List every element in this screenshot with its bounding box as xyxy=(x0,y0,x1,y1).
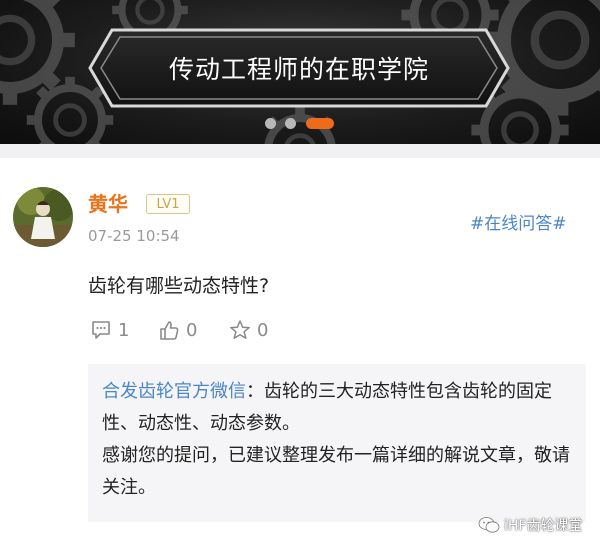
thumbs-up-icon xyxy=(160,321,179,340)
comment-button[interactable]: 1 xyxy=(90,318,129,342)
reply-author-link[interactable]: 合发齿轮官方微信 xyxy=(102,381,246,402)
star-icon xyxy=(230,320,250,340)
carousel-indicator xyxy=(0,118,600,130)
comment-icon xyxy=(92,321,110,339)
official-reply: 合发齿轮官方微信：齿轮的三大动态特性包含齿轮的固定性、动态性、动态参数。 感谢您的… xyxy=(88,364,586,522)
username[interactable]: 黄华 xyxy=(88,188,128,217)
question-text: 齿轮有哪些动态特性? xyxy=(88,275,270,297)
avatar-image xyxy=(13,187,73,247)
carousel-dot-3-active[interactable] xyxy=(306,118,334,129)
post-timestamp: 07-25 10:54 xyxy=(88,227,180,245)
banner-title: 传动工程师的在职学院 xyxy=(168,55,429,84)
favorite-count: 0 xyxy=(257,319,269,341)
comment-count: 1 xyxy=(118,319,130,341)
reply-line-2: 感谢您的提问，已建议整理发布一篇详细的解说文章，敬请关注。 xyxy=(102,445,570,498)
level-badge: LV1 xyxy=(146,194,190,214)
banner-carousel[interactable]: 传动工程师的在职学院 xyxy=(0,0,600,144)
section-divider xyxy=(0,144,600,158)
like-count: 0 xyxy=(186,319,198,341)
carousel-dot-2[interactable] xyxy=(285,118,296,129)
favorite-button[interactable]: 0 xyxy=(229,318,268,342)
user-avatar[interactable] xyxy=(13,187,73,247)
reply-separator: ： xyxy=(246,381,264,402)
wechat-icon xyxy=(478,517,500,533)
like-button[interactable]: 0 xyxy=(158,318,197,342)
topic-tag-link[interactable]: #在线问答# xyxy=(470,209,567,234)
carousel-dot-1[interactable] xyxy=(265,118,276,129)
watermark: iHF齿轮课堂 xyxy=(478,514,582,536)
reply-text: 合发齿轮官方微信：齿轮的三大动态特性包含齿轮的固定性、动态性、动态参数。 感谢您的… xyxy=(102,376,578,504)
watermark-text: iHF齿轮课堂 xyxy=(504,518,583,534)
